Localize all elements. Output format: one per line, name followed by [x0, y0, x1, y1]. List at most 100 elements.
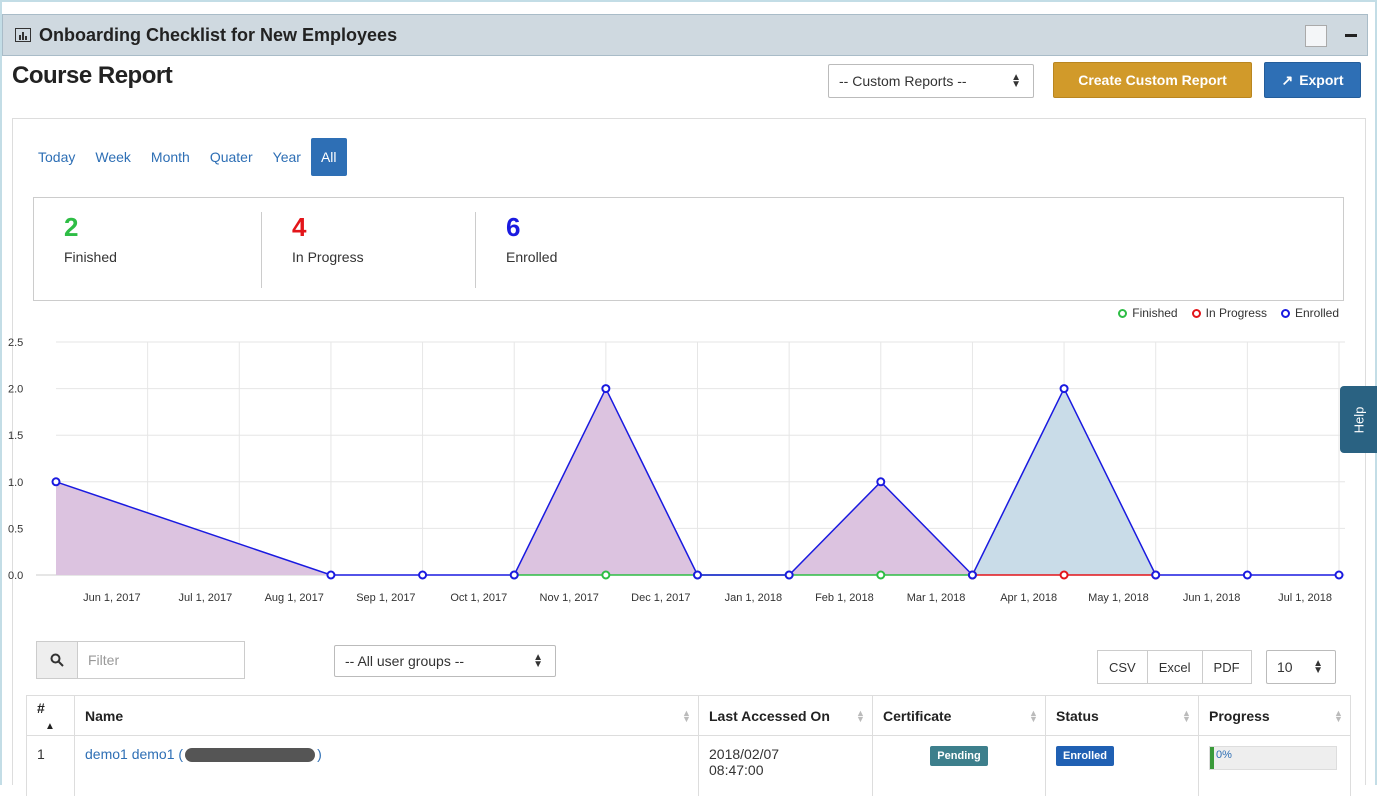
page-title: Course Report — [12, 62, 173, 89]
last-accessed-time: 08:47:00 — [709, 762, 764, 778]
legend-item-finished[interactable]: Finished — [1118, 306, 1178, 320]
data-point-enrolled — [509, 570, 519, 580]
tab-week[interactable]: Week — [85, 138, 141, 176]
user-name-link[interactable]: demo1 demo1 — [85, 746, 175, 762]
y-tick-label: 1.5 — [8, 430, 23, 442]
column-label: Certificate — [883, 707, 952, 724]
search-button[interactable] — [36, 641, 78, 679]
data-point-enrolled — [418, 570, 428, 580]
window-title: Onboarding Checklist for New Employees — [39, 24, 398, 45]
cell-last-accessed: 2018/02/07 08:47:00 — [698, 735, 873, 796]
column-label: Progress — [1209, 707, 1270, 724]
x-tick-label: Nov 1, 2017 — [540, 592, 599, 604]
legend-label-enrolled: Enrolled — [1294, 306, 1339, 320]
excel-button[interactable]: Excel — [1146, 650, 1203, 684]
legend-item-enrolled[interactable]: Enrolled — [1280, 306, 1339, 320]
custom-reports-select[interactable]: -- Custom Reports -- ▲ ▼ — [828, 64, 1034, 98]
legend-label-in-progress: In Progress — [1205, 306, 1267, 320]
bar-chart-icon — [15, 28, 31, 42]
maximize-button[interactable] — [1305, 25, 1327, 47]
y-tick-label: 2.0 — [8, 384, 23, 396]
column-header-index[interactable]: # ▲ — [26, 695, 75, 736]
column-label: Name — [85, 707, 124, 724]
tab-all[interactable]: All — [310, 138, 347, 176]
y-tick-label: 1.0 — [8, 477, 23, 489]
tab-today[interactable]: Today — [28, 138, 85, 176]
user-groups-select[interactable]: -- All user groups -- ▲ ▼ — [334, 645, 556, 677]
data-point-enrolled — [1059, 384, 1069, 394]
x-tick-label: Jun 1, 2018 — [1183, 592, 1241, 604]
y-tick-label: 0.5 — [8, 523, 23, 535]
y-tick-label: 0.0 — [8, 570, 23, 582]
stat-finished-value: 2 — [64, 212, 79, 242]
page-size-select[interactable]: 10 ▲ ▼ — [1266, 650, 1336, 684]
data-point-enrolled — [1242, 570, 1252, 580]
search-icon — [50, 653, 64, 667]
page-size-value: 10 — [1277, 659, 1293, 675]
data-point-enrolled — [51, 477, 61, 487]
sort-icon: ▲ ▼ — [1029, 707, 1038, 724]
enrollment-chart: 0.0 0.5 1.0 1.5 2.0 2.5 Jun 1, 2017 Jul 1, 2017… — [8, 337, 1345, 604]
column-header-status[interactable]: Status ▲ ▼ — [1045, 695, 1199, 736]
data-point-enrolled — [601, 384, 611, 394]
legend-dot-enrolled — [1280, 308, 1290, 318]
column-header-last-accessed[interactable]: Last Accessed On ▲ ▼ — [698, 695, 873, 736]
select-arrows-icon: ▲ ▼ — [533, 652, 543, 670]
data-point-enrolled — [1334, 570, 1344, 580]
column-header-certificate[interactable]: Certificate ▲ ▼ — [872, 695, 1046, 736]
x-tick-label: Dec 1, 2017 — [631, 592, 690, 604]
x-tick-label: Mar 1, 2018 — [907, 592, 966, 604]
legend-label-finished: Finished — [1132, 306, 1178, 320]
stat-in-progress: 4 In Progress — [261, 212, 475, 288]
legend-item-in-progress[interactable]: In Progress — [1191, 306, 1267, 320]
data-point-in-progress — [1059, 570, 1069, 580]
column-header-progress[interactable]: Progress ▲ ▼ — [1198, 695, 1351, 736]
help-tab[interactable]: Help — [1340, 386, 1377, 453]
last-accessed-date: 2018/02/07 — [709, 746, 780, 762]
tab-month[interactable]: Month — [141, 138, 200, 176]
tab-quater[interactable]: Quater — [200, 138, 263, 176]
column-header-name[interactable]: Name ▲ ▼ — [74, 695, 699, 736]
stat-in-progress-label: In Progress — [292, 249, 364, 265]
data-point-enrolled — [967, 570, 977, 580]
stat-enrolled-value: 6 — [506, 212, 521, 242]
data-point-enrolled — [326, 570, 336, 580]
export-button[interactable]: ↗ Export — [1264, 62, 1361, 98]
cell-status: Enrolled — [1045, 735, 1199, 796]
y-tick-label: 2.5 — [8, 337, 23, 349]
progress-fill — [1210, 747, 1214, 769]
minimize-button[interactable] — [1345, 34, 1357, 37]
table-export-group: CSV Excel PDF — [1097, 650, 1252, 684]
cell-name: demo1 demo1 () — [74, 735, 699, 796]
certificate-badge: Pending — [930, 746, 988, 766]
chart-legend: Finished In Progress Enrolled — [1118, 306, 1339, 320]
x-tick-label: Aug 1, 2017 — [265, 592, 324, 604]
stat-in-progress-value: 4 — [292, 212, 307, 242]
cell-certificate: Pending — [872, 735, 1046, 796]
stat-enrolled: 6 Enrolled — [475, 212, 775, 288]
legend-dot-in-progress — [1191, 308, 1201, 318]
x-tick-label: Oct 1, 2017 — [450, 592, 507, 604]
create-custom-report-button[interactable]: Create Custom Report — [1053, 62, 1252, 98]
data-point-enrolled — [1151, 570, 1161, 580]
data-point-finished — [876, 570, 886, 580]
data-point-finished — [601, 570, 611, 580]
tab-year[interactable]: Year — [263, 138, 311, 176]
redacted-email — [185, 748, 316, 763]
share-icon: ↗ — [1281, 71, 1294, 88]
stat-finished-label: Finished — [64, 249, 117, 265]
x-tick-label: Jan 1, 2018 — [725, 592, 783, 604]
data-point-enrolled — [693, 570, 702, 580]
legend-dot-finished — [1118, 308, 1128, 318]
filter-input[interactable]: Filter — [78, 641, 245, 679]
name-paren-close: ) — [317, 746, 322, 762]
sort-icon: ▲ ▼ — [1182, 707, 1191, 724]
window-titlebar: Onboarding Checklist for New Employees — [2, 14, 1368, 56]
stats-panel: 2 Finished 4 In Progress 6 Enrolled — [33, 197, 1344, 301]
table-row: 1 demo1 demo1 () 2018/02/07 08:47:00 Pen… — [26, 735, 1351, 796]
csv-button[interactable]: CSV — [1097, 650, 1148, 684]
status-badge: Enrolled — [1056, 746, 1115, 766]
sort-icon: ▲ ▼ — [856, 707, 865, 724]
pdf-button[interactable]: PDF — [1201, 650, 1252, 684]
select-arrows-icon: ▲ ▼ — [1011, 72, 1021, 90]
